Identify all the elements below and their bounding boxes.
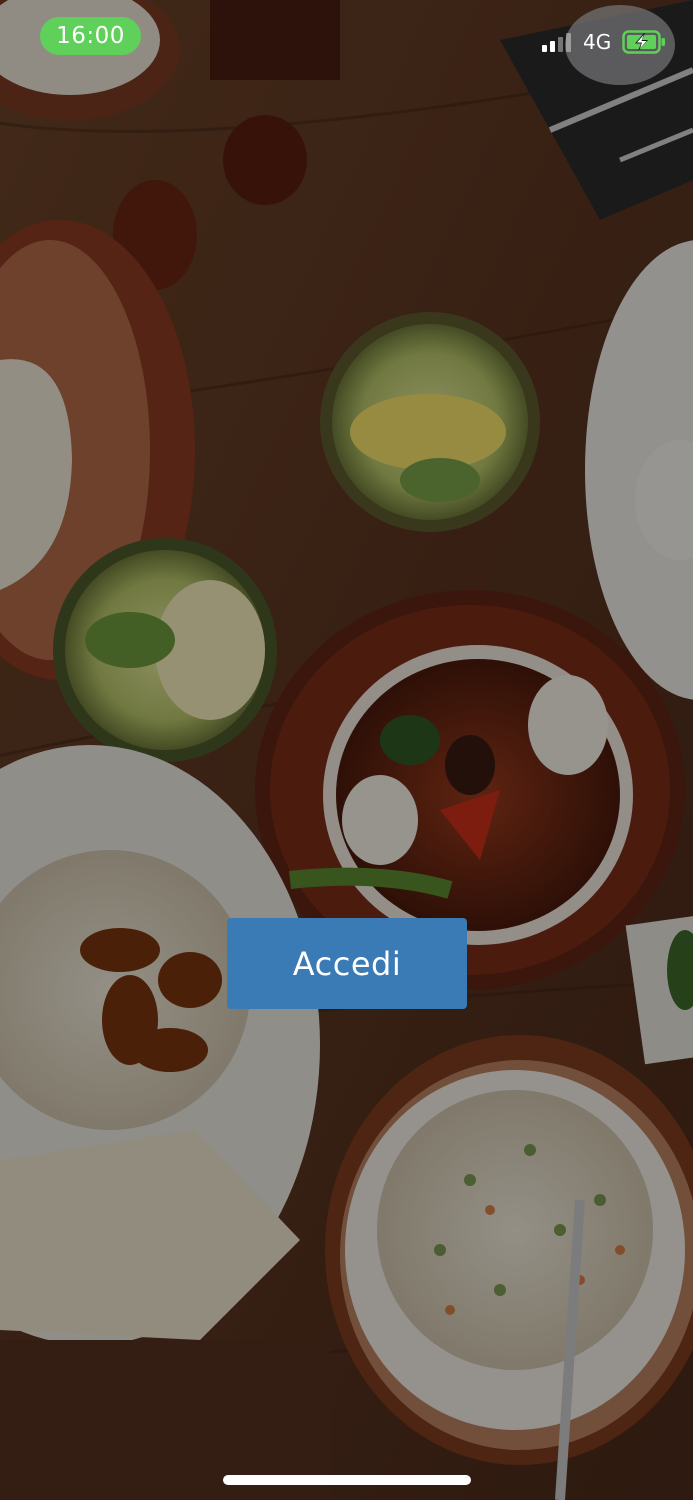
cellular-signal-icon xyxy=(542,32,576,52)
home-indicator[interactable] xyxy=(223,1475,471,1485)
battery-charging-icon xyxy=(622,30,666,54)
status-time[interactable]: 16:00 xyxy=(40,17,141,55)
login-button[interactable]: Accedi xyxy=(227,918,467,1009)
splash-screen: 16:00 4G Accedi xyxy=(0,0,693,1500)
background-overlay xyxy=(0,0,693,1500)
network-type: 4G xyxy=(583,30,612,54)
status-bar: 16:00 4G xyxy=(0,0,693,80)
